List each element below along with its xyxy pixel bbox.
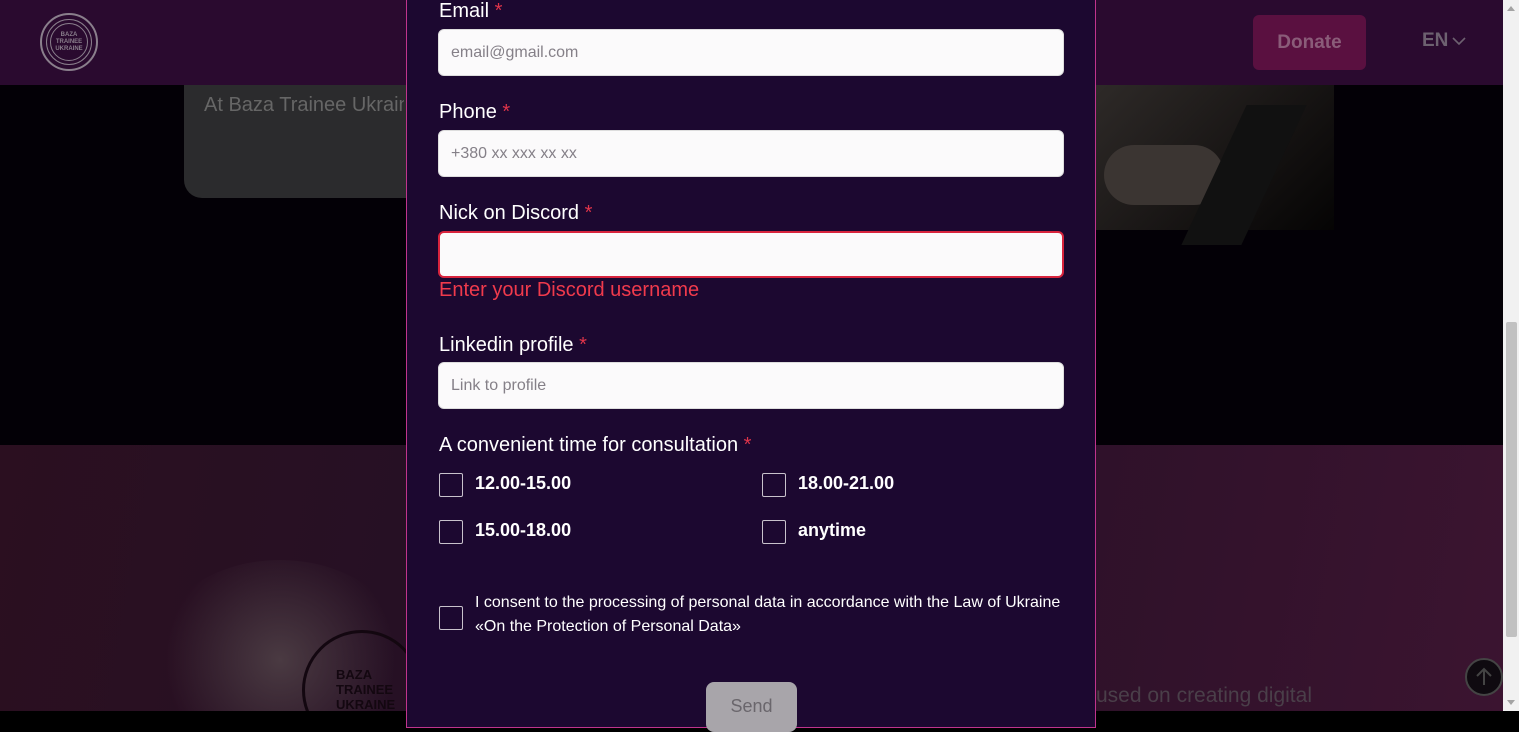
language-label: EN (1422, 30, 1449, 51)
phone-field[interactable] (438, 130, 1064, 177)
footer-tagline: used on creating digital (1096, 684, 1312, 707)
discord-label: Nick on Discord * (439, 202, 593, 224)
email-field[interactable] (438, 29, 1064, 76)
info-card-text: At Baza Trainee Ukraine several people a… (204, 94, 404, 116)
email-label: Email * (439, 0, 503, 22)
scroll-thumb[interactable] (1506, 322, 1517, 637)
scroll-down-icon[interactable] (1507, 700, 1515, 705)
time-checkbox-12-15[interactable] (439, 473, 463, 497)
logo[interactable]: BAZA TRAINEE UKRAINE (40, 13, 98, 71)
time-option-label: 12.00-15.00 (475, 473, 572, 493)
arrow-up-icon (1476, 667, 1492, 685)
discord-error-message: Enter your Discord username (439, 279, 700, 301)
consultation-form-modal: Email * Phone * Nick on Discord * Enter … (406, 0, 1096, 732)
send-button[interactable]: Send (706, 682, 797, 732)
donate-button[interactable]: Donate (1253, 15, 1366, 70)
time-checkbox-18-21[interactable] (762, 473, 786, 497)
footer-logo-text: BAZA TRAINEE UKRAINE (336, 667, 396, 711)
hero-photo (1094, 85, 1334, 245)
discord-field[interactable] (438, 231, 1064, 278)
phone-label: Phone * (439, 101, 511, 123)
time-option-label: 15.00-18.00 (475, 520, 572, 540)
time-label: A convenient time for consultation * (439, 434, 752, 456)
language-selector[interactable]: EN (1422, 30, 1466, 52)
linkedin-field[interactable] (438, 362, 1064, 409)
page-scrollbar[interactable] (1503, 0, 1519, 711)
consent-checkbox[interactable] (439, 606, 463, 630)
time-option-label: 18.00-21.00 (798, 473, 895, 493)
logo-text: BAZA TRAINEE UKRAINE (55, 31, 83, 52)
scroll-to-top-button[interactable] (1465, 658, 1503, 696)
time-option-label: anytime (798, 520, 867, 540)
time-checkbox-15-18[interactable] (439, 520, 463, 544)
scroll-up-icon[interactable] (1507, 6, 1515, 11)
chevron-down-icon (1452, 37, 1466, 46)
linkedin-label: Linkedin profile * (439, 334, 587, 356)
consent-label: I consent to the processing of personal … (475, 594, 1061, 635)
time-checkbox-anytime[interactable] (762, 520, 786, 544)
